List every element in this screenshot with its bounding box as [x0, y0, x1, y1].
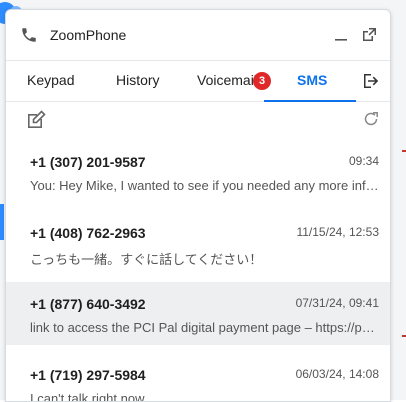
conversation-time: 09:34 — [348, 154, 379, 168]
tab-sms[interactable]: SMS — [297, 61, 327, 101]
conversation-time: 07/31/24, 09:41 — [295, 296, 379, 310]
conversation-item[interactable]: +1 (307) 201-9587 09:34 You: Hey Mike, I… — [6, 140, 390, 203]
tab-history[interactable]: History — [116, 61, 160, 101]
phone-icon — [22, 28, 36, 42]
conversation-list: +1 (307) 201-9587 09:34 You: Hey Mike, I… — [6, 140, 390, 402]
tab-bar: Keypad History Voicemail 3 SMS — [6, 61, 390, 102]
window-title: ZoomPhone — [50, 27, 127, 43]
tab-keypad[interactable]: Keypad — [27, 61, 74, 101]
sms-toolbar — [6, 102, 390, 140]
zoomphone-widget: ZoomPhone Keypad History Voicemail 3 SMS — [5, 9, 391, 402]
conversation-number: +1 (719) 297-5984 — [30, 367, 146, 383]
background-accent-bar — [0, 204, 4, 240]
refresh-icon[interactable] — [362, 110, 380, 128]
tab-voicemail[interactable]: Voicemail 3 — [197, 61, 271, 101]
minimize-icon[interactable] — [332, 26, 350, 44]
compose-icon[interactable] — [26, 110, 46, 130]
logout-icon[interactable] — [362, 72, 380, 90]
conversation-preview: こっちも一緒。すぐに話してください！ — [30, 252, 263, 267]
conversation-preview: I can't talk right now. — [30, 391, 148, 402]
conversation-preview: link to access the PCI Pal digital payme… — [30, 320, 379, 335]
voicemail-count-badge: 3 — [253, 72, 271, 90]
conversation-item[interactable]: +1 (877) 640-3492 07/31/24, 09:41 link t… — [6, 282, 390, 345]
conversation-number: +1 (307) 201-9587 — [30, 154, 146, 170]
popout-icon[interactable] — [360, 26, 378, 44]
conversation-item[interactable]: +1 (719) 297-5984 06/03/24, 14:08 I can'… — [6, 353, 390, 402]
conversation-number: +1 (408) 762-2963 — [30, 225, 146, 241]
tab-voicemail-label: Voicemail — [197, 72, 257, 88]
conversation-time: 11/15/24, 12:53 — [296, 225, 379, 239]
background-mark — [402, 335, 406, 337]
conversation-number: +1 (877) 640-3492 — [30, 296, 146, 312]
background-mark — [402, 150, 406, 152]
conversation-item[interactable]: +1 (408) 762-2963 11/15/24, 12:53 こっちも一緒… — [6, 211, 390, 274]
title-bar: ZoomPhone — [6, 10, 390, 61]
conversation-preview: You: Hey Mike, I wanted to see if you ne… — [30, 178, 379, 193]
conversation-time: 06/03/24, 14:08 — [295, 367, 379, 381]
